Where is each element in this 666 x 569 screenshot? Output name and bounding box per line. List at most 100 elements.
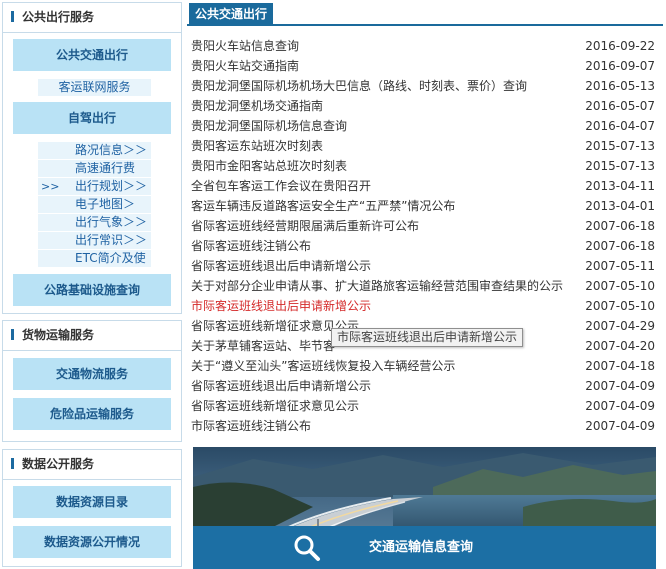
- news-date: 2007-04-20: [585, 339, 655, 353]
- news-title[interactable]: 省际客运班线新增征求意见公示: [191, 396, 359, 416]
- news-title[interactable]: 省际客运班线经营期限届满后重新许可公布: [191, 216, 419, 236]
- news-title[interactable]: 省际客运班线退出后申请新增公示: [191, 376, 371, 396]
- news-title[interactable]: 贵阳市金阳客站总班次时刻表: [191, 156, 347, 176]
- news-date: 2007-05-11: [585, 259, 655, 273]
- data-open-status-button[interactable]: 数据资源公开情况: [13, 526, 171, 558]
- list-item[interactable]: 客运车辆违反道路客运安全生产“五严禁”情况公布 2013-04-01: [191, 196, 655, 216]
- news-title[interactable]: 贵阳火车站信息查询: [191, 36, 299, 56]
- freight-panel: 货物运输服务 交通物流服务 危险品运输服务: [2, 320, 182, 442]
- sidebar-item-travel-tips[interactable]: 出行常识＞＞: [38, 232, 151, 249]
- freight-heading: 货物运输服务: [3, 321, 181, 351]
- list-item[interactable]: 贵阳火车站交通指南 2016-09-07: [191, 56, 655, 76]
- news-date: 2016-05-07: [585, 99, 655, 113]
- news-date: 2013-04-01: [585, 199, 655, 213]
- sidebar-item-label: ETC简介及使: [75, 251, 146, 265]
- news-date: 2007-05-10: [585, 279, 655, 293]
- news-title[interactable]: 全省包车客运工作会议在贵阳召开: [191, 176, 371, 196]
- banner: 交通运输信息查询: [193, 447, 656, 569]
- sidebar-item-travel-weather[interactable]: 出行气象＞＞: [38, 214, 151, 231]
- sidebar-item-label: 出行气象＞＞: [75, 215, 148, 229]
- news-date: 2016-05-13: [585, 79, 655, 93]
- news-title[interactable]: 省际客运班线注销公布: [191, 236, 311, 256]
- news-date: 2016-09-22: [585, 39, 655, 53]
- heading-marker-icon: [11, 329, 14, 340]
- transport-info-query-button[interactable]: 交通运输信息查询: [193, 526, 656, 569]
- sidebar-item-label: 高速通行费: [75, 161, 136, 175]
- news-title[interactable]: 关于“遵义至汕头”客运班线恢复投入车辆经营公示: [191, 356, 455, 376]
- list-item[interactable]: 贵阳龙洞堡机场交通指南 2016-05-07: [191, 96, 655, 116]
- list-item[interactable]: 关于对部分企业申请从事、扩大道路旅客运输经营范围审查结果的公示 2007-05-1…: [191, 276, 655, 296]
- news-date: 2007-06-18: [585, 239, 655, 253]
- public-travel-heading: 公共出行服务: [3, 3, 181, 33]
- data-catalog-button[interactable]: 数据资源目录: [13, 486, 171, 518]
- news-date: 2016-09-07: [585, 59, 655, 73]
- list-item[interactable]: 省际客运班线新增征求意见公示 2007-04-09: [191, 396, 655, 416]
- list-item[interactable]: 市际客运班线注销公布 2007-04-09: [191, 416, 655, 436]
- news-date: 2016-04-07: [585, 119, 655, 133]
- news-date: 2007-04-09: [585, 419, 655, 433]
- passenger-network-label: 客运联网服务: [58, 80, 131, 94]
- search-icon: [294, 535, 320, 561]
- sidebar-item-highway-toll[interactable]: 高速通行费: [38, 160, 151, 177]
- open-data-heading: 数据公开服务: [3, 450, 181, 480]
- list-item[interactable]: 贵阳龙洞堡国际机场信息查询 2016-04-07: [191, 116, 655, 136]
- heading-marker-icon: [11, 458, 14, 469]
- list-item[interactable]: 省际客运班线退出后申请新增公示 2007-04-09: [191, 376, 655, 396]
- list-item[interactable]: 贵阳市金阳客站总班次时刻表 2015-07-13: [191, 156, 655, 176]
- news-title[interactable]: 贵阳火车站交通指南: [191, 56, 299, 76]
- sidebar-item-label: 路况信息＞＞: [75, 143, 148, 157]
- list-item[interactable]: 贵阳龙洞堡国际机场机场大巴信息（路线、时刻表、票价）查询 2016-05-13: [191, 76, 655, 96]
- news-date: 2007-04-18: [585, 359, 655, 373]
- news-date: 2007-04-29: [585, 319, 655, 333]
- transport-info-query-label: 交通运输信息查询: [369, 540, 474, 555]
- news-date: 2007-05-10: [585, 299, 655, 313]
- open-data-panel: 数据公开服务 数据资源目录 数据资源公开情况: [2, 449, 182, 567]
- news-title[interactable]: 贵阳龙洞堡国际机场机场大巴信息（路线、时刻表、票价）查询: [191, 76, 527, 96]
- tab-public-transport[interactable]: 公共交通出行: [189, 3, 274, 26]
- news-title[interactable]: 关于茅草铺客运站、毕节客: [191, 336, 335, 356]
- sidebar: 公共出行服务 公共交通出行 客运联网服务 自驾出行 路况信息＞＞ 高速通行费 >…: [0, 0, 184, 569]
- sidebar-item-label: 出行常识＞＞: [75, 233, 148, 247]
- news-title[interactable]: 贵阳龙洞堡机场交通指南: [191, 96, 323, 116]
- public-transport-button[interactable]: 公共交通出行: [13, 39, 171, 71]
- list-item[interactable]: 省际客运班线退出后申请新增公示 2007-05-11: [191, 256, 655, 276]
- heading-marker-icon: [11, 11, 14, 22]
- sidebar-item-label: 电子地图＞: [75, 197, 136, 211]
- list-item[interactable]: 全省包车客运工作会议在贵阳召开 2013-04-11: [191, 176, 655, 196]
- passenger-network-link[interactable]: 客运联网服务: [38, 79, 151, 96]
- news-title[interactable]: 关于对部分企业申请从事、扩大道路旅客运输经营范围审查结果的公示: [191, 276, 563, 296]
- sidebar-item-road-conditions[interactable]: 路况信息＞＞: [38, 142, 151, 159]
- news-date: 2007-06-18: [585, 219, 655, 233]
- list-item[interactable]: 省际客运班线经营期限届满后重新许可公布 2007-06-18: [191, 216, 655, 236]
- item-arrow: >>: [41, 180, 60, 193]
- sidebar-item-etc-intro[interactable]: ETC简介及使: [38, 250, 151, 267]
- news-title[interactable]: 省际客运班线退出后申请新增公示: [191, 256, 371, 276]
- news-title[interactable]: 贵阳龙洞堡国际机场信息查询: [191, 116, 347, 136]
- sidebar-item-e-map[interactable]: 电子地图＞: [38, 196, 151, 213]
- list-item[interactable]: 贵阳客运东站班次时刻表 2015-07-13: [191, 136, 655, 156]
- news-title[interactable]: 市际客运班线退出后申请新增公示: [191, 296, 371, 316]
- news-date: 2015-07-13: [585, 139, 655, 153]
- link-tooltip: 市际客运班线退出后申请新增公示: [331, 328, 524, 347]
- main-header: 公共交通出行: [187, 1, 663, 26]
- news-title[interactable]: 贵阳客运东站班次时刻表: [191, 136, 323, 156]
- self-drive-button[interactable]: 自驾出行: [13, 102, 171, 134]
- road-infrastructure-button[interactable]: 公路基础设施查询: [13, 274, 171, 306]
- sidebar-item-trip-planning[interactable]: >> 出行规划＞＞: [38, 178, 151, 195]
- logistics-button[interactable]: 交通物流服务: [13, 358, 171, 390]
- hazmat-button[interactable]: 危险品运输服务: [13, 398, 171, 430]
- news-date: 2007-04-09: [585, 379, 655, 393]
- list-item[interactable]: 关于“遵义至汕头”客运班线恢复投入车辆经营公示 2007-04-18: [191, 356, 655, 376]
- open-data-title: 数据公开服务: [22, 457, 95, 471]
- news-title[interactable]: 市际客运班线注销公布: [191, 416, 311, 436]
- news-date: 2007-04-09: [585, 399, 655, 413]
- list-item-hovered[interactable]: 市际客运班线退出后申请新增公示 2007-05-10: [191, 296, 655, 316]
- sidebar-item-label: 出行规划＞＞: [75, 179, 148, 193]
- public-travel-panel: 公共出行服务 公共交通出行 客运联网服务 自驾出行 路况信息＞＞ 高速通行费 >…: [2, 2, 182, 314]
- news-date: 2015-07-13: [585, 159, 655, 173]
- list-item[interactable]: 省际客运班线注销公布 2007-06-18: [191, 236, 655, 256]
- news-title[interactable]: 客运车辆违反道路客运安全生产“五严禁”情况公布: [191, 196, 455, 216]
- list-item[interactable]: 贵阳火车站信息查询 2016-09-22: [191, 36, 655, 56]
- news-date: 2013-04-11: [585, 179, 655, 193]
- public-travel-title: 公共出行服务: [22, 10, 95, 24]
